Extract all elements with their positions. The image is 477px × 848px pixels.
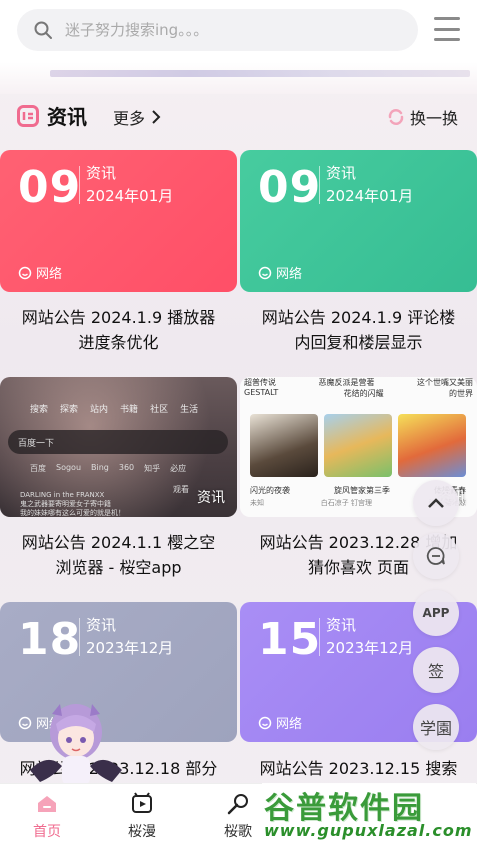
card-title-1[interactable]: 网站公告 2024.1.9 播放器 进度条优化 (0, 305, 237, 355)
card-title-line: 浏览器 - 桜空app (55, 558, 182, 577)
back-to-top-button[interactable] (413, 480, 459, 526)
smile-icon (258, 266, 272, 279)
card-tag-label: 网络 (276, 717, 303, 732)
site-watermark: 谷普软件园 www.gupuxlazal.com (262, 783, 476, 843)
card-date: 2024年01月 (86, 187, 174, 205)
card-tag: 网络 (258, 713, 302, 732)
home-icon (38, 796, 56, 812)
card-tag: 网络 (258, 263, 302, 282)
card-title-line: 网站公告 2024.1.9 评论楼 (261, 308, 456, 327)
tab-label: 桜歌 (224, 824, 252, 840)
thumb-engines: 百度 Sogou Bing 360 知乎 必应 (30, 463, 187, 473)
search-input[interactable] (65, 21, 385, 39)
card-tag-label: 网络 (36, 267, 63, 282)
card-category: 资讯 (326, 164, 357, 182)
tab-sakura-anime[interactable]: 桜漫 (112, 792, 172, 841)
swap-label: 换一换 (410, 109, 459, 128)
news-card-2[interactable]: 09 资讯 2024年01月 网络 (240, 150, 477, 292)
app-label: APP (422, 606, 450, 620)
smile-icon (18, 266, 32, 279)
news-icon (17, 105, 39, 127)
thumb-caption: DARLING in the FRANXX 鬼之武器要寄明爱女子寄中籍 我的妹妹… (20, 491, 125, 517)
card-title-line: 进度条优化 (78, 333, 159, 352)
cover-2 (324, 414, 392, 477)
chevron-right-icon (152, 110, 161, 124)
card-day: 15 (258, 614, 322, 665)
news-card-1[interactable]: 09 资讯 2024年01月 网络 (0, 150, 237, 292)
section-title: 资讯 (47, 105, 87, 129)
thumb-watch: 观看 (173, 485, 189, 494)
tab-label: 首页 (33, 824, 61, 840)
app-button[interactable]: APP (413, 590, 459, 636)
card-badge: 资讯 (197, 490, 225, 506)
card-date: 2023年12月 (326, 639, 414, 657)
microphone-icon (227, 794, 248, 815)
tab-label: 桜漫 (128, 824, 156, 840)
comment-button[interactable] (413, 533, 459, 579)
card-title-line: 网站公告 2024.1.1 樱之空 (21, 533, 216, 552)
card-category: 资讯 (86, 616, 117, 634)
card-date: 2024年01月 (326, 187, 414, 205)
card-category: 资讯 (326, 616, 357, 634)
card-title-6[interactable]: 网站公告 2023.12.15 搜索 (240, 756, 477, 781)
chat-icon (426, 547, 445, 565)
card-title-2[interactable]: 网站公告 2024.1.9 评论楼 内回复和楼层显示 (240, 305, 477, 355)
thumb-nav: 搜索 探索 站内 书籍 社区 生活 (30, 405, 199, 415)
refresh-icon (388, 109, 404, 125)
card-day: 09 (258, 162, 322, 213)
watermark-url: www.gupuxlazal.com (264, 821, 473, 840)
tab-sakura-music[interactable]: 桜歌 (208, 792, 268, 841)
thumb-top-labels: 超普传说 恶魔反派是营著 这个世嘴又美丽 (244, 378, 473, 387)
more-link[interactable]: 更多 (113, 105, 161, 129)
school-label: 学園 (419, 719, 452, 738)
chevron-up-icon (428, 498, 444, 508)
card-title-line: 网站公告 2024.1.9 播放器 (21, 308, 216, 327)
tab-home[interactable]: 首页 (17, 792, 77, 841)
more-label: 更多 (113, 109, 146, 128)
swap-button[interactable]: 换一换 (386, 105, 458, 129)
card-title-line: 内回复和楼层显示 (294, 333, 423, 352)
news-section-header: 资讯 更多 换一换 (0, 96, 477, 136)
card-tag-label: 网络 (276, 267, 303, 282)
sign-label: 签 (427, 662, 444, 681)
card-day: 18 (18, 614, 82, 665)
card-tag: 网络 (18, 263, 62, 282)
smile-icon (258, 716, 272, 729)
sign-in-button[interactable]: 签 (413, 647, 459, 693)
top-bar (0, 0, 477, 62)
card-title-3[interactable]: 网站公告 2024.1.1 樱之空 浏览器 - 桜空app (0, 530, 237, 580)
card-date: 2023年12月 (86, 639, 174, 657)
cover-1 (250, 414, 318, 477)
news-card-3[interactable]: 搜索 探索 站内 书籍 社区 生活 百度一下 百度 Sogou Bing 360 知乎 必应 DAR… (0, 377, 237, 517)
thumb-top-labels-2: GESTALT 花结的闪耀 的世界 (244, 388, 473, 398)
search-bar[interactable] (17, 9, 418, 51)
mascot-character[interactable] (30, 700, 122, 790)
video-play-icon (132, 792, 152, 813)
menu-icon[interactable] (434, 17, 460, 41)
card-category: 资讯 (86, 164, 117, 182)
card-day: 09 (18, 162, 82, 213)
cover-3 (398, 414, 466, 477)
banner-strip[interactable] (0, 62, 477, 94)
card-title-line: 网站公告 2023.12.15 搜索 (259, 759, 458, 778)
thumb-searchbox: 百度一下 (8, 430, 228, 454)
search-icon (34, 21, 52, 39)
school-button[interactable]: 学園 (413, 704, 459, 750)
